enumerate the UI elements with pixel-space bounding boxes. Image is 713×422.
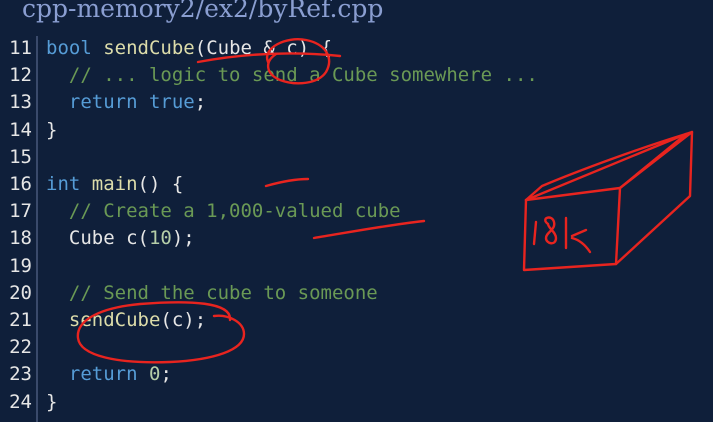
code-token: // Send the cube to someone [46, 281, 378, 304]
line-number: 13 [9, 91, 32, 114]
window-title-bar: cpp-memory2/ex2/byRef.cpp [0, 0, 713, 32]
line-number: 12 [9, 64, 32, 87]
code-line[interactable]: 20 // Send the cube to someone [0, 280, 713, 307]
code-token: } [46, 118, 58, 141]
line-number: 14 [9, 118, 32, 141]
code-line[interactable]: 19 [0, 253, 713, 280]
line-code[interactable]: // Send the cube to someone [46, 280, 378, 307]
code-token: 0 [148, 363, 161, 386]
line-code[interactable]: // ... logic to send a Cube somewhere ..… [46, 62, 538, 89]
code-token: ( [194, 37, 207, 59]
code-token: Cube c( [46, 227, 149, 250]
line-number: 16 [9, 173, 32, 195]
line-code[interactable]: return true; [46, 89, 206, 116]
line-code[interactable]: sendCube(c); [46, 307, 206, 334]
code-token: // ... logic to send a Cube somewhere ..… [46, 64, 538, 87]
code-token: ; [160, 363, 172, 386]
line-number: 18 [9, 227, 32, 250]
code-line[interactable]: 21 sendCube(c); [0, 307, 713, 334]
code-token: sendCube [68, 309, 161, 331]
code-token: sendCube [103, 37, 195, 59]
code-token: () { [137, 173, 184, 195]
line-code[interactable]: bool sendCube(Cube & c) { [46, 35, 332, 62]
code-token: Cube [206, 37, 252, 59]
line-code[interactable]: // Create a 1,000-valued cube [46, 198, 401, 225]
code-token: return [68, 91, 138, 114]
code-token: bool [46, 37, 92, 59]
code-token: true [148, 91, 195, 114]
line-number: 15 [9, 145, 32, 168]
code-line[interactable]: 12 // ... logic to send a Cube somewhere… [0, 62, 713, 89]
code-line[interactable]: 17 // Create a 1,000-valued cube [0, 198, 713, 225]
line-code[interactable]: } [46, 117, 57, 144]
line-number: 11 [9, 37, 32, 59]
code-line[interactable]: 18 Cube c(10); [0, 225, 713, 252]
code-line[interactable]: 13 return true; [0, 89, 713, 116]
line-number: 23 [9, 363, 32, 386]
code-token: (c); [160, 309, 207, 331]
code-token: int [46, 173, 81, 195]
code-token: } [46, 390, 58, 413]
code-line[interactable]: 11 bool sendCube(Cube & c) { [0, 35, 713, 62]
line-number: 17 [9, 200, 32, 223]
code-line[interactable]: 24} [0, 389, 713, 416]
code-line[interactable]: 14} [0, 117, 713, 144]
line-code[interactable]: Cube c(10); [46, 225, 195, 252]
line-number: 24 [9, 390, 32, 413]
code-token: 10 [148, 227, 172, 250]
code-token: return [68, 363, 138, 386]
line-number: 21 [9, 309, 32, 331]
code-token: & c) { [251, 37, 333, 59]
line-code[interactable]: return 0; [46, 361, 172, 388]
line-number: 19 [9, 254, 32, 277]
code-line[interactable]: 22 [0, 334, 713, 361]
code-token: ); [171, 227, 195, 250]
code-line[interactable]: 16 int main() { [0, 171, 713, 198]
code-token: // Create a 1,000-valued cube [46, 200, 401, 223]
code-line[interactable]: 15 [0, 144, 713, 171]
file-path-title: cpp-memory2/ex2/byRef.cpp [22, 0, 384, 23]
line-code[interactable]: } [46, 389, 57, 416]
code-token: ; [194, 91, 207, 114]
line-number: 22 [9, 336, 32, 359]
code-token: main [91, 173, 138, 195]
code-line[interactable]: 23 return 0; [0, 361, 713, 388]
line-number: 20 [9, 281, 32, 304]
line-code[interactable]: int main() { [46, 171, 183, 198]
